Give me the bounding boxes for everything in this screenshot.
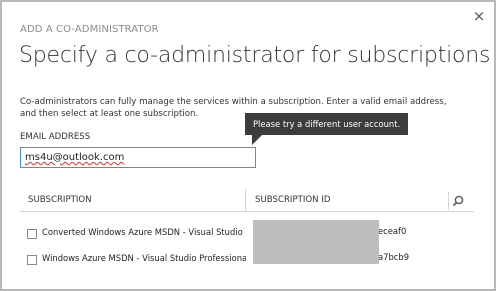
table-header: SUBSCRIPTION SUBSCRIPTION ID bbox=[20, 189, 474, 212]
column-divider bbox=[245, 189, 246, 211]
close-icon: × bbox=[472, 7, 486, 25]
close-button[interactable]: × bbox=[471, 8, 487, 24]
subscription-name: Converted Windows Azure MSDN - Visual St… bbox=[42, 227, 246, 237]
column-header-subscription-id: SUBSCRIPTION ID bbox=[255, 195, 331, 205]
dialog-header: ADD A CO-ADMINISTRATOR bbox=[20, 24, 159, 35]
subscription-id: a7bcb9 bbox=[378, 252, 410, 262]
add-coadmin-dialog: × ADD A CO-ADMINISTRATOR Specify a co-ad… bbox=[2, 2, 494, 289]
email-label: EMAIL ADDRESS bbox=[20, 132, 91, 142]
error-tooltip: Please try a different user account. bbox=[245, 113, 409, 135]
search-icon-graphic bbox=[452, 195, 464, 207]
row-checkbox[interactable] bbox=[27, 255, 37, 265]
column-header-subscription: SUBSCRIPTION bbox=[28, 195, 92, 205]
redaction-block bbox=[253, 220, 379, 264]
subscription-id: eceaf0 bbox=[378, 226, 407, 236]
page-title: Specify a co-administrator for subscript… bbox=[19, 43, 491, 68]
table-row: Converted Windows Azure MSDN - Visual St… bbox=[20, 226, 474, 242]
email-field[interactable]: ms4u@outlook.com bbox=[20, 147, 256, 168]
email-value: ms4u@outlook.com bbox=[25, 152, 125, 163]
row-checkbox[interactable] bbox=[27, 229, 37, 239]
search-icon[interactable] bbox=[448, 192, 467, 210]
subscription-name: Windows Azure MSDN - Visual Studio Profe… bbox=[42, 253, 246, 263]
table-row: Windows Azure MSDN - Visual Studio Profe… bbox=[20, 252, 474, 268]
tooltip-arrow bbox=[252, 135, 262, 145]
